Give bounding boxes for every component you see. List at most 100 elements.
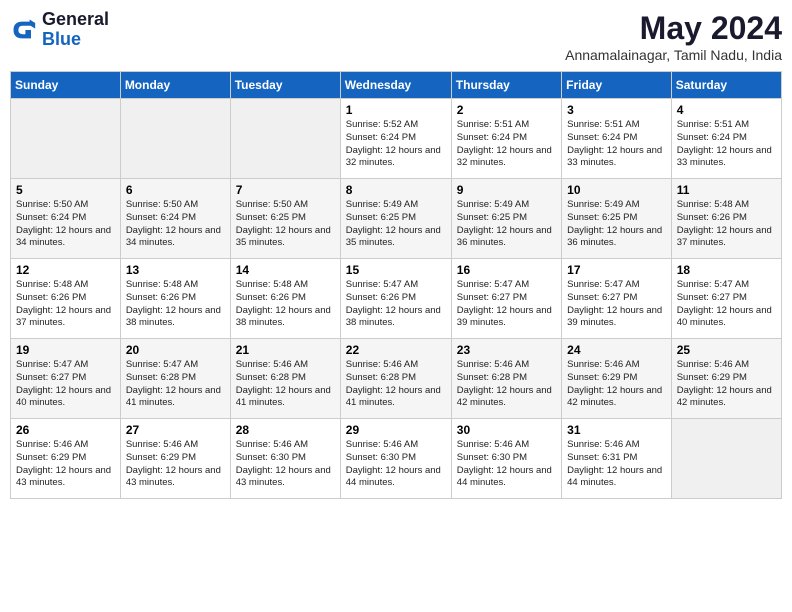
- calendar-header-row: Sunday Monday Tuesday Wednesday Thursday…: [11, 72, 782, 99]
- day-info: Sunrise: 5:46 AM Sunset: 6:29 PM Dayligh…: [126, 439, 225, 490]
- location-subtitle: Annamalainagar, Tamil Nadu, India: [565, 47, 782, 63]
- day-info: Sunrise: 5:46 AM Sunset: 6:30 PM Dayligh…: [457, 439, 556, 490]
- calendar-cell: 31Sunrise: 5:46 AM Sunset: 6:31 PM Dayli…: [562, 419, 672, 499]
- calendar-cell: 3 Sunrise: 5:51 AM Sunset: 6:24 PM Daylig…: [562, 99, 672, 179]
- day-info: Sunrise: 5:46 AM Sunset: 6:29 PM Dayligh…: [16, 439, 115, 490]
- day-number: 25: [677, 343, 776, 357]
- logo: General Blue: [10, 10, 109, 50]
- calendar-cell: 8Sunrise: 5:49 AM Sunset: 6:25 PM Daylig…: [340, 179, 451, 259]
- calendar-cell: 28 Sunrise: 5:46 AM Sunset: 6:30 PM Dayli…: [230, 419, 340, 499]
- calendar-cell: 2Sunrise: 5:51 AM Sunset: 6:24 PM Daylig…: [451, 99, 561, 179]
- calendar-cell: 1 Sunrise: 5:52 AM Sunset: 6:24 PM Daylig…: [340, 99, 451, 179]
- calendar-cell: 14 Sunrise: 5:48 AM Sunset: 6:26 PM Dayli…: [230, 259, 340, 339]
- day-info: Sunrise: 5:49 AM Sunset: 6:25 PM Dayligh…: [346, 199, 446, 250]
- calendar-cell: 19 Sunrise: 5:47 AM Sunset: 6:27 PM Dayli…: [11, 339, 121, 419]
- day-info: Sunrise: 5:47 AM Sunset: 6:27 PM Dayligh…: [677, 279, 776, 330]
- calendar-cell: [11, 99, 121, 179]
- col-monday: Monday: [120, 72, 230, 99]
- calendar-cell: 9 Sunrise: 5:49 AM Sunset: 6:25 PM Daylig…: [451, 179, 561, 259]
- calendar-cell: 23Sunrise: 5:46 AM Sunset: 6:28 PM Dayli…: [451, 339, 561, 419]
- day-info: Sunrise: 5:51 AM Sunset: 6:24 PM Dayligh…: [677, 119, 776, 170]
- logo-blue-text: Blue: [42, 29, 81, 49]
- day-number: 1: [346, 103, 446, 117]
- calendar-cell: 22 Sunrise: 5:46 AM Sunset: 6:28 PM Dayli…: [340, 339, 451, 419]
- day-number: 6: [126, 183, 225, 197]
- day-number: 4: [677, 103, 776, 117]
- col-tuesday: Tuesday: [230, 72, 340, 99]
- calendar-cell: 11 Sunrise: 5:48 AM Sunset: 6:26 PM Dayli…: [671, 179, 781, 259]
- calendar-week-row: 1 Sunrise: 5:52 AM Sunset: 6:24 PM Daylig…: [11, 99, 782, 179]
- calendar-cell: 24 Sunrise: 5:46 AM Sunset: 6:29 PM Dayli…: [562, 339, 672, 419]
- day-info: Sunrise: 5:47 AM Sunset: 6:27 PM Dayligh…: [16, 359, 115, 410]
- calendar-cell: 17Sunrise: 5:47 AM Sunset: 6:27 PM Dayli…: [562, 259, 672, 339]
- calendar-cell: 20Sunrise: 5:47 AM Sunset: 6:28 PM Dayli…: [120, 339, 230, 419]
- day-info: Sunrise: 5:46 AM Sunset: 6:28 PM Dayligh…: [346, 359, 446, 410]
- calendar-cell: 16 Sunrise: 5:47 AM Sunset: 6:27 PM Dayli…: [451, 259, 561, 339]
- calendar-cell: 30 Sunrise: 5:46 AM Sunset: 6:30 PM Dayli…: [451, 419, 561, 499]
- calendar-cell: 7 Sunrise: 5:50 AM Sunset: 6:25 PM Daylig…: [230, 179, 340, 259]
- day-info: Sunrise: 5:51 AM Sunset: 6:24 PM Dayligh…: [567, 119, 666, 170]
- calendar-cell: 10Sunrise: 5:49 AM Sunset: 6:25 PM Dayli…: [562, 179, 672, 259]
- day-info: Sunrise: 5:46 AM Sunset: 6:30 PM Dayligh…: [346, 439, 446, 490]
- calendar-week-row: 26Sunrise: 5:46 AM Sunset: 6:29 PM Dayli…: [11, 419, 782, 499]
- day-number: 9: [457, 183, 556, 197]
- calendar-cell: 29Sunrise: 5:46 AM Sunset: 6:30 PM Dayli…: [340, 419, 451, 499]
- calendar-week-row: 5 Sunrise: 5:50 AM Sunset: 6:24 PM Daylig…: [11, 179, 782, 259]
- day-number: 24: [567, 343, 666, 357]
- col-thursday: Thursday: [451, 72, 561, 99]
- day-number: 3: [567, 103, 666, 117]
- day-info: Sunrise: 5:50 AM Sunset: 6:24 PM Dayligh…: [16, 199, 115, 250]
- col-sunday: Sunday: [11, 72, 121, 99]
- day-info: Sunrise: 5:47 AM Sunset: 6:26 PM Dayligh…: [346, 279, 446, 330]
- day-info: Sunrise: 5:48 AM Sunset: 6:26 PM Dayligh…: [236, 279, 335, 330]
- day-number: 21: [236, 343, 335, 357]
- page-header: General Blue May 2024 Annamalainagar, Ta…: [10, 10, 782, 63]
- day-number: 15: [346, 263, 446, 277]
- day-number: 16: [457, 263, 556, 277]
- day-number: 23: [457, 343, 556, 357]
- day-number: 5: [16, 183, 115, 197]
- day-number: 18: [677, 263, 776, 277]
- day-info: Sunrise: 5:51 AM Sunset: 6:24 PM Dayligh…: [457, 119, 556, 170]
- calendar-cell: 26Sunrise: 5:46 AM Sunset: 6:29 PM Dayli…: [11, 419, 121, 499]
- calendar-cell: 4 Sunrise: 5:51 AM Sunset: 6:24 PM Daylig…: [671, 99, 781, 179]
- calendar-cell: 27Sunrise: 5:46 AM Sunset: 6:29 PM Dayli…: [120, 419, 230, 499]
- day-number: 7: [236, 183, 335, 197]
- title-block: May 2024 Annamalainagar, Tamil Nadu, Ind…: [565, 10, 782, 63]
- day-info: Sunrise: 5:46 AM Sunset: 6:29 PM Dayligh…: [567, 359, 666, 410]
- day-number: 20: [126, 343, 225, 357]
- day-number: 14: [236, 263, 335, 277]
- day-number: 10: [567, 183, 666, 197]
- day-number: 31: [567, 423, 666, 437]
- calendar-week-row: 19 Sunrise: 5:47 AM Sunset: 6:27 PM Dayli…: [11, 339, 782, 419]
- day-info: Sunrise: 5:49 AM Sunset: 6:25 PM Dayligh…: [457, 199, 556, 250]
- day-number: 11: [677, 183, 776, 197]
- calendar-cell: 6Sunrise: 5:50 AM Sunset: 6:24 PM Daylig…: [120, 179, 230, 259]
- calendar-week-row: 12 Sunrise: 5:48 AM Sunset: 6:26 PM Dayli…: [11, 259, 782, 339]
- day-info: Sunrise: 5:46 AM Sunset: 6:30 PM Dayligh…: [236, 439, 335, 490]
- calendar-cell: [671, 419, 781, 499]
- calendar-table: Sunday Monday Tuesday Wednesday Thursday…: [10, 71, 782, 499]
- col-friday: Friday: [562, 72, 672, 99]
- day-number: 28: [236, 423, 335, 437]
- day-info: Sunrise: 5:46 AM Sunset: 6:29 PM Dayligh…: [677, 359, 776, 410]
- day-info: Sunrise: 5:48 AM Sunset: 6:26 PM Dayligh…: [126, 279, 225, 330]
- logo-icon: [10, 16, 38, 44]
- calendar-cell: 12 Sunrise: 5:48 AM Sunset: 6:26 PM Dayli…: [11, 259, 121, 339]
- day-info: Sunrise: 5:48 AM Sunset: 6:26 PM Dayligh…: [16, 279, 115, 330]
- calendar-cell: [120, 99, 230, 179]
- day-number: 22: [346, 343, 446, 357]
- day-number: 13: [126, 263, 225, 277]
- day-number: 30: [457, 423, 556, 437]
- calendar-cell: 21Sunrise: 5:46 AM Sunset: 6:28 PM Dayli…: [230, 339, 340, 419]
- day-number: 19: [16, 343, 115, 357]
- day-info: Sunrise: 5:52 AM Sunset: 6:24 PM Dayligh…: [346, 119, 446, 170]
- day-info: Sunrise: 5:47 AM Sunset: 6:27 PM Dayligh…: [457, 279, 556, 330]
- day-info: Sunrise: 5:47 AM Sunset: 6:27 PM Dayligh…: [567, 279, 666, 330]
- day-info: Sunrise: 5:48 AM Sunset: 6:26 PM Dayligh…: [677, 199, 776, 250]
- logo-general-text: General: [42, 9, 109, 29]
- day-number: 12: [16, 263, 115, 277]
- calendar-cell: 15 Sunrise: 5:47 AM Sunset: 6:26 PM Dayli…: [340, 259, 451, 339]
- col-wednesday: Wednesday: [340, 72, 451, 99]
- day-info: Sunrise: 5:50 AM Sunset: 6:25 PM Dayligh…: [236, 199, 335, 250]
